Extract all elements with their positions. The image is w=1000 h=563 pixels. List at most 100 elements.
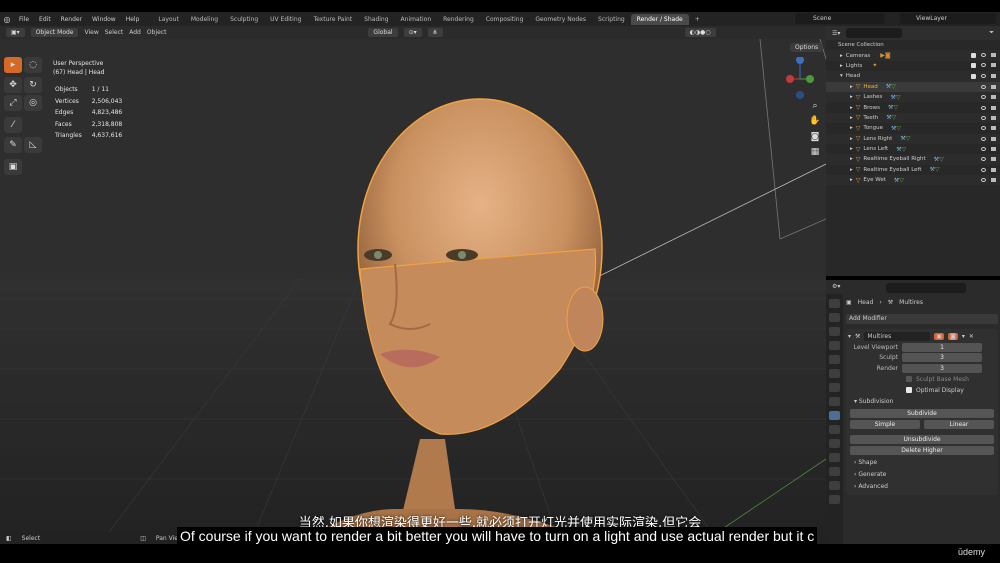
tab-sculpting[interactable]: Sculpting xyxy=(224,14,264,25)
expand-arrow-icon[interactable]: ▸ xyxy=(850,125,853,131)
visibility-eye-icon[interactable] xyxy=(981,178,986,183)
expand-arrow-icon[interactable]: ▸ xyxy=(850,94,853,100)
shape-section[interactable]: › Shape xyxy=(848,457,996,469)
tab-modeling[interactable]: Modeling xyxy=(185,14,224,25)
tab-scripting[interactable]: Scripting xyxy=(592,14,631,25)
render-camera-icon[interactable] xyxy=(991,126,996,131)
expand-arrow-icon[interactable]: ▸ xyxy=(850,146,853,152)
expand-arrow-icon[interactable]: ▾ xyxy=(840,73,843,79)
render-camera-icon[interactable] xyxy=(991,157,996,162)
rotate-tool-icon[interactable]: ↻ xyxy=(24,77,42,93)
tab-render-icon[interactable] xyxy=(829,313,840,322)
transform-tool-icon[interactable]: ◎ xyxy=(24,95,42,111)
expand-arrow-icon[interactable]: ▸ xyxy=(850,84,853,90)
3d-viewport[interactable]: ▸ ◌ ✥ ↻ ⤢ ◎ ⁄ ✎ ◺ ▣ User Perspective (67… xyxy=(0,39,826,544)
tab-texture-icon[interactable] xyxy=(829,495,840,504)
include-checkbox[interactable] xyxy=(971,73,976,79)
move-tool-icon[interactable]: ✥ xyxy=(4,77,22,93)
tab-compositing[interactable]: Compositing xyxy=(480,14,530,25)
expand-arrow-icon[interactable]: ▸ xyxy=(850,177,853,183)
modifier-menu-icon[interactable]: ▾ xyxy=(962,333,965,340)
visibility-eye-icon[interactable] xyxy=(981,53,986,58)
visibility-eye-icon[interactable] xyxy=(981,84,986,89)
ruler-tool-icon[interactable]: ◺ xyxy=(24,137,42,153)
outliner-row-head-object[interactable]: ▸ ▽ Head ⚒ ▽ xyxy=(826,81,1000,92)
optimal-display-row[interactable]: Optimal Display xyxy=(848,385,996,396)
tab-output-icon[interactable] xyxy=(829,327,840,336)
outliner-row-eyeball-left[interactable]: ▸ ▽ Realtime Eyeball Left ⚒ ▽ xyxy=(826,165,1000,175)
render-camera-icon[interactable] xyxy=(991,178,996,183)
ortho-grid-icon[interactable]: ▦ xyxy=(808,147,822,159)
annotate-tool-icon[interactable]: ⁄ xyxy=(4,117,22,133)
tab-material-icon[interactable] xyxy=(829,481,840,490)
measure-tool-icon[interactable]: ✎ xyxy=(4,137,22,153)
outliner-row-eyeball-right[interactable]: ▸ ▽ Realtime Eyeball Right ⚒ ▽ xyxy=(826,154,1000,165)
options-button[interactable]: Options xyxy=(790,43,824,52)
tab-physics-icon[interactable] xyxy=(829,439,840,448)
menu-window[interactable]: Window xyxy=(87,16,121,23)
collapse-arrow-icon[interactable]: ▾ xyxy=(848,333,851,340)
tab-texture-paint[interactable]: Texture Paint xyxy=(307,14,358,25)
tab-uv-editing[interactable]: UV Editing xyxy=(264,14,307,25)
outliner-search-input[interactable] xyxy=(846,28,903,38)
visibility-eye-icon[interactable] xyxy=(981,63,986,68)
expand-arrow-icon[interactable]: ▸ xyxy=(840,63,843,69)
modifier-name-field[interactable]: Multires xyxy=(864,332,931,341)
tab-collection-icon[interactable] xyxy=(829,383,840,392)
field-value[interactable]: 1 xyxy=(902,342,982,352)
tab-shading[interactable]: Shading xyxy=(358,14,394,25)
sculpt-base-mesh-checkbox[interactable] xyxy=(906,376,912,382)
render-camera-icon[interactable] xyxy=(991,115,996,120)
select-tool-icon[interactable]: ▸ xyxy=(4,57,22,73)
render-camera-icon[interactable] xyxy=(991,53,996,58)
advanced-section[interactable]: › Advanced xyxy=(848,481,996,493)
menu-add[interactable]: Add xyxy=(129,29,141,36)
tab-constraints-icon[interactable] xyxy=(829,453,840,462)
tab-geometry-nodes[interactable]: Geometry Nodes xyxy=(529,14,592,25)
add-cube-tool-icon[interactable]: ▣ xyxy=(4,159,22,175)
tab-rendering[interactable]: Rendering xyxy=(437,14,480,25)
visibility-eye-icon[interactable] xyxy=(981,73,986,78)
visibility-eye-icon[interactable] xyxy=(981,115,986,120)
tab-object-icon[interactable] xyxy=(829,397,840,406)
properties-search-input[interactable] xyxy=(886,283,966,293)
tab-data-icon[interactable] xyxy=(829,467,840,476)
unsubdivide-button[interactable]: Unsubdivide xyxy=(850,434,994,444)
expand-arrow-icon[interactable]: ▸ xyxy=(850,136,853,142)
tab-world-icon[interactable] xyxy=(829,369,840,378)
expand-arrow-icon[interactable]: ▸ xyxy=(840,53,843,59)
subdivide-button[interactable]: Subdivide xyxy=(850,408,994,418)
tab-modifiers-icon[interactable] xyxy=(829,411,840,420)
outliner-row-brows[interactable]: ▸ ▽ Brows ⚒ ▽ xyxy=(826,102,1000,112)
render-camera-icon[interactable] xyxy=(991,84,996,89)
tab-scene-icon[interactable] xyxy=(829,355,840,364)
level-viewport-field[interactable]: Level Viewport 1 xyxy=(848,342,996,353)
visibility-eye-icon[interactable] xyxy=(981,126,986,131)
render-camera-icon[interactable] xyxy=(991,167,996,172)
expand-arrow-icon[interactable]: ▸ xyxy=(850,156,853,162)
scene-selector[interactable]: Scene xyxy=(795,13,885,24)
field-value[interactable]: 3 xyxy=(902,363,982,373)
edit-mode-toggle-icon[interactable]: ▣ xyxy=(934,333,945,340)
select-box-icon[interactable]: ◌ xyxy=(24,57,42,73)
include-checkbox[interactable] xyxy=(971,53,976,59)
linear-button[interactable]: Linear xyxy=(924,419,994,429)
outliner-row-eye-wet[interactable]: ▸ ▽ Eye Wet ⚒ ▽ xyxy=(826,175,1000,186)
menu-object[interactable]: Object xyxy=(147,29,167,36)
render-camera-icon[interactable] xyxy=(991,147,996,152)
filter-icon[interactable]: ⏷ xyxy=(989,29,994,37)
visibility-eye-icon[interactable] xyxy=(981,95,986,100)
visibility-eye-icon[interactable] xyxy=(981,105,986,110)
outliner-row-lights[interactable]: ▸ Lights ✦ xyxy=(826,61,1000,71)
scene-collection-row[interactable]: Scene Collection xyxy=(826,40,1000,50)
outliner-row-cameras[interactable]: ▸ Cameras ▶◙ xyxy=(826,50,1000,61)
generate-section[interactable]: › Generate xyxy=(848,469,996,481)
render-camera-icon[interactable] xyxy=(991,95,996,100)
tab-particles-icon[interactable] xyxy=(829,425,840,434)
visibility-eye-icon[interactable] xyxy=(981,157,986,162)
optimal-display-checkbox[interactable] xyxy=(906,387,912,393)
render-camera-icon[interactable] xyxy=(991,105,996,110)
tab-render-shade[interactable]: Render / Shade xyxy=(630,13,689,25)
visibility-eye-icon[interactable] xyxy=(981,167,986,172)
tab-tool-icon[interactable] xyxy=(829,299,840,308)
